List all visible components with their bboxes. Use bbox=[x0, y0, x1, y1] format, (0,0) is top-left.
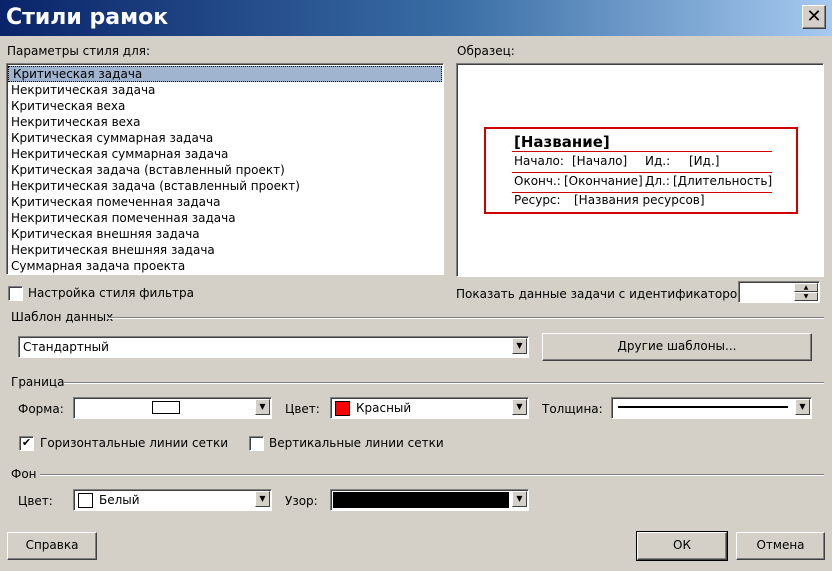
vertical-grid-label: Вертикальные линии сетки bbox=[269, 436, 444, 450]
sample-row-start-value: [Начало] bbox=[572, 154, 628, 168]
border-group-label: Граница bbox=[11, 375, 65, 389]
filter-style-checkbox[interactable] bbox=[8, 286, 23, 301]
sample-row-resource-value: [Названия ресурсов] bbox=[574, 193, 705, 207]
style-param-item[interactable]: Критическая суммарная задача bbox=[7, 130, 443, 146]
arrow-up-icon: ▲ bbox=[803, 284, 809, 291]
border-color-swatch bbox=[335, 401, 350, 416]
help-label: Справка bbox=[25, 538, 79, 552]
sample-row-resource: Ресурс: [Названия ресурсов] bbox=[512, 191, 772, 210]
spinner-down-button[interactable]: ▼ bbox=[794, 292, 818, 301]
background-color-swatch bbox=[78, 493, 93, 508]
sample-row-duration-key: Дл.: bbox=[645, 174, 670, 188]
arrow-down-icon: ▼ bbox=[803, 293, 809, 300]
border-color-select[interactable]: Красный ▼ bbox=[330, 397, 529, 419]
spinner-up-button[interactable]: ▲ bbox=[794, 283, 818, 292]
vertical-grid-checkbox[interactable] bbox=[249, 436, 264, 451]
sample-row-finish-key: Оконч.: bbox=[514, 174, 561, 188]
background-color-label: Цвет: bbox=[18, 494, 53, 508]
close-icon: ✕ bbox=[806, 6, 822, 27]
close-button[interactable]: ✕ bbox=[802, 5, 826, 29]
cancel-button[interactable]: Отмена bbox=[736, 532, 825, 560]
template-select-value: Стандартный bbox=[23, 340, 109, 354]
chevron-down-icon: ▼ bbox=[259, 402, 266, 411]
style-param-item[interactable]: Некритическая суммарная задача bbox=[7, 146, 443, 162]
border-shape-label: Форма: bbox=[18, 402, 64, 416]
sample-card-title: [Название] bbox=[514, 133, 610, 151]
style-param-item[interactable]: Некритическая задача (вставленный проект… bbox=[7, 178, 443, 194]
background-group-divider bbox=[40, 474, 824, 476]
style-param-item[interactable]: Критическая помеченная задача bbox=[7, 194, 443, 210]
sample-card: [Название] Начало: [Начало] Ид.: [Ид.] О… bbox=[484, 127, 798, 214]
sample-row-finish: Оконч.: [Окончание] Дл.: [Длительность] bbox=[512, 172, 772, 191]
border-group-divider bbox=[64, 382, 824, 384]
template-group-label: Шаблон данных bbox=[11, 310, 114, 324]
show-task-label: Показать данные задачи с идентификатором… bbox=[456, 287, 751, 301]
pattern-dropdown-button[interactable]: ▼ bbox=[512, 491, 527, 507]
border-color-value: Красный bbox=[356, 401, 412, 415]
sample-row-start-key: Начало: bbox=[514, 154, 564, 168]
sample-row-id-value: [Ид.] bbox=[689, 154, 720, 168]
chevron-down-icon: ▼ bbox=[516, 494, 523, 503]
style-params-label: Параметры стиля для: bbox=[7, 44, 150, 58]
background-color-dropdown-button[interactable]: ▼ bbox=[255, 491, 270, 507]
pattern-label: Узор: bbox=[285, 494, 318, 508]
background-color-value: Белый bbox=[99, 493, 140, 507]
border-shape-dropdown-button[interactable]: ▼ bbox=[255, 399, 270, 415]
other-templates-label: Другие шаблоны... bbox=[617, 339, 737, 353]
style-param-item[interactable]: Некритическая помеченная задача bbox=[7, 210, 443, 226]
sample-row-start: Начало: [Начало] Ид.: [Ид.] bbox=[512, 152, 772, 171]
border-width-label: Толщина: bbox=[542, 402, 603, 416]
check-icon: ✔ bbox=[21, 436, 32, 449]
template-dropdown-button[interactable]: ▼ bbox=[512, 338, 527, 354]
title-bar: Стили рамок ✕ bbox=[0, 0, 832, 36]
task-id-spinner[interactable]: ▲ ▼ bbox=[738, 281, 820, 303]
sample-row-finish-value: [Окончание] bbox=[564, 174, 643, 188]
chevron-down-icon: ▼ bbox=[516, 402, 523, 411]
filter-style-label: Настройка стиля фильтра bbox=[28, 286, 194, 300]
style-param-item[interactable]: Критическая внешняя задача bbox=[7, 226, 443, 242]
sample-label: Образец: bbox=[457, 44, 515, 58]
horizontal-grid-label: Горизонтальные линии сетки bbox=[40, 436, 228, 450]
window-title: Стили рамок bbox=[6, 5, 169, 30]
border-width-select[interactable]: ▼ bbox=[611, 397, 812, 419]
style-param-item[interactable]: Суммарная задача проекта bbox=[7, 258, 443, 274]
border-color-dropdown-button[interactable]: ▼ bbox=[512, 399, 527, 415]
rectangle-shape-icon bbox=[152, 401, 180, 414]
style-param-item[interactable]: Некритическая задача bbox=[7, 82, 443, 98]
help-button[interactable]: Справка bbox=[7, 532, 97, 560]
horizontal-grid-checkbox[interactable]: ✔ bbox=[19, 436, 34, 451]
sample-preview: [Название] Начало: [Начало] Ид.: [Ид.] О… bbox=[456, 63, 824, 277]
border-shape-select[interactable]: ▼ bbox=[73, 397, 272, 419]
style-param-item[interactable]: Критическая веха bbox=[7, 98, 443, 114]
sample-row-resource-key: Ресурс: bbox=[514, 193, 561, 207]
frame-styles-dialog: Стили рамок ✕ Параметры стиля для: Крити… bbox=[0, 0, 832, 571]
chevron-down-icon: ▼ bbox=[259, 494, 266, 503]
chevron-down-icon: ▼ bbox=[799, 402, 806, 411]
style-param-item[interactable]: Некритическая веха bbox=[7, 114, 443, 130]
style-param-item[interactable]: Некритическая внешняя задача bbox=[7, 242, 443, 258]
style-params-list[interactable]: Критическая задача Некритическая задача Кр… bbox=[6, 63, 444, 275]
style-param-item[interactable]: Критическая задача bbox=[8, 66, 442, 82]
border-color-label: Цвет: bbox=[285, 402, 320, 416]
pattern-select[interactable]: ▼ bbox=[330, 489, 529, 511]
border-width-dropdown-button[interactable]: ▼ bbox=[795, 399, 810, 415]
sample-row-id-key: Ид.: bbox=[645, 154, 671, 168]
background-color-select[interactable]: Белый ▼ bbox=[73, 489, 272, 511]
other-templates-button[interactable]: Другие шаблоны... bbox=[542, 333, 812, 361]
template-select[interactable]: Стандартный ▼ bbox=[18, 336, 529, 358]
cancel-label: Отмена bbox=[756, 538, 805, 552]
line-width-preview bbox=[618, 406, 788, 408]
pattern-fill-preview bbox=[333, 492, 509, 508]
background-group-label: Фон bbox=[11, 467, 37, 481]
ok-button[interactable]: ОК bbox=[636, 531, 728, 561]
ok-label: ОК bbox=[673, 538, 691, 552]
template-group-divider bbox=[108, 317, 824, 319]
chevron-down-icon: ▼ bbox=[516, 341, 523, 350]
style-param-item[interactable]: Критическая задача (вставленный проект) bbox=[7, 162, 443, 178]
sample-row-duration-value: [Длительность] bbox=[673, 174, 773, 188]
